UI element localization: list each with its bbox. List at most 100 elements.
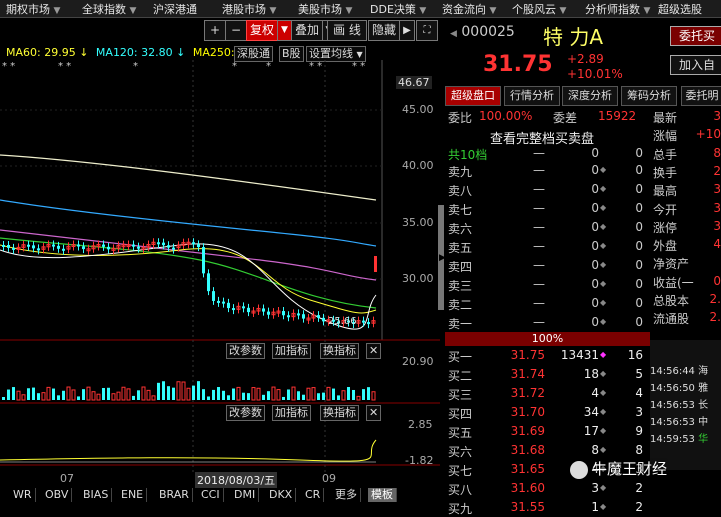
vol-switch-indicator-button[interactable]: 换指标 bbox=[320, 343, 359, 359]
menu-ganggu[interactable]: 港股市场 ▼ bbox=[222, 1, 276, 17]
info-value: 4 bbox=[713, 237, 721, 252]
candle bbox=[172, 247, 175, 250]
menu-dde[interactable]: DDE决策 ▼ bbox=[370, 1, 426, 17]
menu-qiquan[interactable]: 期权市场 ▼ bbox=[6, 1, 60, 17]
fuquan-button[interactable]: 复权 bbox=[246, 20, 278, 41]
hide-button[interactable]: 隐藏 bbox=[368, 20, 400, 41]
menu-hushen[interactable]: 沪深港通 bbox=[153, 1, 197, 17]
ma-legend: MA60: 29.95 ↓ MA120: 32.80 ↓ MA250: 3 bbox=[6, 46, 245, 59]
menu-quanqiu[interactable]: 全球指数 ▼ bbox=[82, 1, 136, 17]
expand-icon[interactable]: ⛶ bbox=[416, 20, 438, 41]
draw-line-button[interactable]: 画 线 bbox=[327, 20, 367, 41]
volume-bar bbox=[41, 392, 46, 401]
tab-shendu[interactable]: 深度分析 bbox=[562, 86, 618, 106]
buy-row[interactable]: 买四 31.70 34 ◆ 3 bbox=[445, 405, 650, 422]
sell-count: 0 bbox=[635, 277, 643, 291]
tab-chouma[interactable]: 筹码分析 bbox=[621, 86, 677, 106]
buy-row[interactable]: 买九 31.55 1 ◆ 2 bbox=[445, 500, 650, 517]
ind-close-icon[interactable]: ✕ bbox=[366, 405, 382, 421]
tab-super-pankou[interactable]: 超级盘口 bbox=[445, 86, 501, 106]
play-arrow-icon[interactable]: ▶ bbox=[399, 20, 415, 41]
tab-hangqing[interactable]: 行情分析 bbox=[504, 86, 560, 106]
tab-cr[interactable]: CR bbox=[302, 488, 325, 502]
sell-row[interactable]: 卖三 —0 ◆ 0 bbox=[445, 277, 650, 294]
buy-row[interactable]: 买五 31.69 17 ◆ 9 bbox=[445, 424, 650, 441]
info-row: 涨幅 +10 bbox=[653, 127, 721, 144]
tab-template[interactable]: 模板 bbox=[368, 488, 397, 502]
vol-close-icon[interactable]: ✕ bbox=[366, 343, 382, 359]
candle bbox=[52, 244, 55, 247]
candle bbox=[362, 320, 365, 323]
sell-vol: 0 bbox=[591, 220, 599, 234]
menu-xuangu[interactable]: 超级选股 bbox=[658, 1, 702, 17]
buy-row[interactable]: 买二 31.74 18 ◆ 5 bbox=[445, 367, 650, 384]
bid-ask-ratio-bar: 100% bbox=[445, 332, 650, 346]
fuquan-dropdown-icon[interactable]: ▼ bbox=[277, 20, 292, 41]
info-value: 3 bbox=[713, 200, 721, 215]
entrust-buy-button[interactable]: 委托买 bbox=[670, 26, 721, 46]
diejia-button[interactable]: 叠加 bbox=[291, 20, 323, 41]
order-row-gong: 共10档 — 0 0 bbox=[445, 146, 650, 163]
sell-row[interactable]: 卖七 —0 ◆ 0 bbox=[445, 201, 650, 218]
zoom-out-button[interactable]: − bbox=[225, 20, 247, 41]
tab-obv[interactable]: OBV bbox=[42, 488, 73, 502]
tab-brar[interactable]: BRAR bbox=[156, 488, 193, 502]
tab-bias[interactable]: BIAS bbox=[80, 488, 113, 502]
tab-cci[interactable]: CCI bbox=[198, 488, 224, 502]
volume-bar bbox=[137, 390, 140, 400]
info-row: 外盘 4 bbox=[653, 237, 721, 254]
add-watchlist-button[interactable]: 加入自 bbox=[670, 55, 721, 75]
sell-row[interactable]: 卖一 —0 ◆ 0 bbox=[445, 315, 650, 332]
tab-weituo[interactable]: 委托明 bbox=[681, 86, 721, 106]
sell-row[interactable]: 卖六 —0 ◆ 0 bbox=[445, 220, 650, 237]
buy-label: 买七 bbox=[448, 464, 473, 478]
volume-bar bbox=[356, 395, 361, 401]
sell-row[interactable]: 卖四 —0 ◆ 0 bbox=[445, 258, 650, 275]
full-order-link[interactable]: 查看完整档买卖盘 bbox=[490, 128, 594, 147]
ind-change-params-button[interactable]: 改参数 bbox=[226, 405, 265, 421]
ind-switch-indicator-button[interactable]: 换指标 bbox=[320, 405, 359, 421]
info-label: 今开 bbox=[653, 202, 678, 217]
candle bbox=[302, 314, 305, 319]
sell-row[interactable]: 卖八 —0 ◆ 0 bbox=[445, 182, 650, 199]
sell-count: 0 bbox=[635, 220, 643, 234]
prev-stock-icon[interactable]: ◀ bbox=[450, 29, 457, 39]
candle bbox=[247, 307, 250, 313]
sell-count: 0 bbox=[635, 296, 643, 310]
tab-more[interactable]: 更多 bbox=[332, 488, 361, 502]
volume-bar bbox=[222, 390, 225, 400]
buy-count: 2 bbox=[635, 500, 643, 514]
menu-zijin[interactable]: 资金流向 ▼ bbox=[442, 1, 496, 17]
vol-add-indicator-button[interactable]: 加指标 bbox=[272, 343, 311, 359]
info-label: 总手 bbox=[653, 147, 678, 162]
volume-bar bbox=[77, 396, 80, 400]
buy-dot-icon: ◆ bbox=[600, 426, 607, 435]
buy-price: 31.74 bbox=[510, 367, 545, 381]
candle bbox=[227, 302, 230, 309]
buy-vol: 3 bbox=[591, 481, 599, 495]
sell-row[interactable]: 卖二 —0 ◆ 0 bbox=[445, 296, 650, 313]
buy-row[interactable]: 买一 31.75 13431 ◆ 16 bbox=[445, 348, 650, 365]
sell-row[interactable]: 卖五 —0 ◆ 0 bbox=[445, 239, 650, 256]
menu-fenxishi[interactable]: 分析师指数 ▼ bbox=[585, 1, 650, 17]
buy-row[interactable]: 买三 31.72 4 ◆ 4 bbox=[445, 386, 650, 403]
volume-bar bbox=[287, 389, 290, 400]
tab-ene[interactable]: ENE bbox=[118, 488, 148, 502]
buy-vol: 8 bbox=[591, 443, 599, 457]
sell-label: 卖三 bbox=[448, 279, 473, 293]
tab-dkx[interactable]: DKX bbox=[266, 488, 297, 502]
sell-row[interactable]: 卖九 —0 ◆ 0 bbox=[445, 163, 650, 180]
date-07: 07 bbox=[60, 472, 74, 485]
tab-wr[interactable]: WR bbox=[10, 488, 36, 502]
vol-change-params-button[interactable]: 改参数 bbox=[226, 343, 265, 359]
weicha-value: 15922 bbox=[598, 109, 637, 123]
gong-label: 共10档 bbox=[448, 148, 488, 162]
tab-dmi[interactable]: DMI bbox=[231, 488, 260, 502]
volume-bar bbox=[332, 388, 335, 400]
menu-gegu[interactable]: 个股风云 ▼ bbox=[512, 1, 566, 17]
buy-row[interactable]: 买八 31.60 3 ◆ 2 bbox=[445, 481, 650, 498]
ind-add-indicator-button[interactable]: 加指标 bbox=[272, 405, 311, 421]
menu-meigu[interactable]: 美股市场 ▼ bbox=[298, 1, 352, 17]
zoom-in-button[interactable]: + bbox=[204, 20, 226, 41]
weibi-row: 委比 100.00% 委差 15922 bbox=[445, 109, 650, 126]
